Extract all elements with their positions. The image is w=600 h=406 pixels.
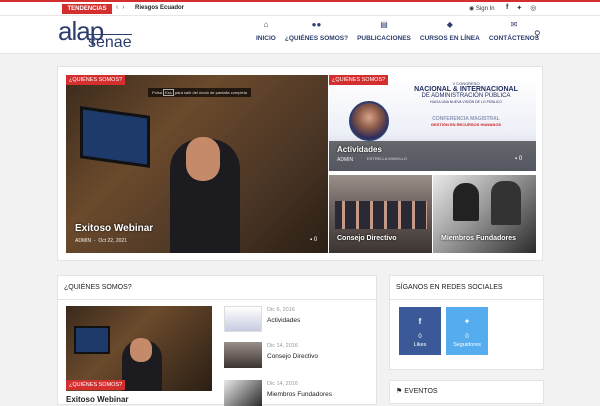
comment-count: ▪ 0	[310, 237, 318, 243]
post-meta: ADMIN - Oct 22, 2021	[75, 238, 127, 244]
logo-text-senae: senae	[88, 34, 132, 51]
post-thumbnail	[224, 342, 262, 368]
nav-label: CURSOS EN LÍNEA	[419, 35, 480, 42]
post-author: ADMIN	[337, 157, 354, 163]
top-social-links: f ✦ ◎	[506, 4, 536, 12]
comment-icon: ▪	[515, 156, 518, 162]
trending-badge: TENDENCIAS	[62, 4, 112, 14]
facebook-label: Likes	[413, 342, 427, 348]
chevron-left-icon[interactable]: ‹	[116, 4, 118, 11]
featured-post-actividades[interactable]: V CONGRESO NACIONAL & INTERNACIONAL DE A…	[329, 75, 536, 171]
flag-icon: ⚑	[396, 388, 403, 395]
nav-label: ¿QUIÉNES SOMOS?	[284, 35, 349, 42]
social-panel: SÍGANOS EN REDES SOCIALES f 0 Likes ✦ 0 …	[389, 275, 544, 370]
featured-post-title[interactable]: Actividades	[337, 145, 382, 154]
newspaper-icon: ▤	[380, 20, 388, 29]
trending-item-link[interactable]: Riesgos Ecuador	[135, 5, 184, 11]
comment-icon: ▪	[310, 237, 313, 243]
featured-grid: Pulsa Esc para salir del modo de pantall…	[57, 66, 543, 261]
cubes-icon: ◆	[446, 20, 453, 29]
list-item[interactable]: Dic 14, 2016 Miembros Fundadores	[224, 380, 374, 406]
fullscreen-hint: Pulsa Esc para salir del modo de pantall…	[148, 88, 251, 97]
events-panel: ⚑ EVENTOS	[389, 380, 544, 404]
category-badge[interactable]: ¿QUIÉNES SOMOS?	[329, 75, 389, 85]
founders-photo-2	[491, 181, 521, 225]
nav-label: CONTÁCTENOS	[488, 35, 540, 42]
speaker-face	[186, 137, 220, 181]
post-date: Dic 14, 2016	[267, 343, 298, 349]
panel-heading: ¿QUIÉNES SOMOS?	[58, 276, 376, 300]
featured-main-post[interactable]: Pulsa Esc para salir del modo de pantall…	[66, 75, 328, 253]
speaker-face	[130, 338, 152, 362]
sign-in-link[interactable]: ◉ Sign In	[469, 5, 495, 12]
users-icon: ●●	[311, 20, 322, 29]
top-bar: TENDENCIAS ‹ › Riesgos Ecuador ◉ Sign In…	[0, 0, 600, 16]
twitter-count: 0	[465, 334, 469, 340]
nav-item-cursos[interactable]: ◆ CURSOS EN LÍNEA	[420, 20, 480, 42]
list-item[interactable]: Dic 6, 2016 Actividades	[224, 306, 374, 332]
monitor-image	[74, 326, 110, 354]
facebook-icon: f	[418, 317, 422, 326]
sign-in-label: Sign In	[475, 6, 495, 12]
speaker-photo	[349, 101, 389, 141]
post-title[interactable]: Consejo Directivo	[267, 353, 318, 360]
list-item[interactable]: Dic 14, 2016 Consejo Directivo	[224, 342, 374, 368]
nav-item-inicio[interactable]: ⌂ INICIO	[256, 20, 276, 42]
nav-item-contactenos[interactable]: ✉ CONTÁCTENOS	[489, 20, 539, 42]
facebook-count: 0	[418, 334, 422, 340]
nav-label: INICIO	[256, 35, 276, 42]
group-photo	[335, 201, 427, 229]
trending-arrows[interactable]: ‹ ›	[116, 4, 125, 11]
featured-post-consejo[interactable]: Consejo Directivo	[329, 175, 432, 253]
banner-text: V CONGRESO NACIONAL & INTERNACIONAL DE A…	[414, 81, 518, 127]
post-date: Oct 22, 2021	[98, 238, 127, 244]
chevron-right-icon[interactable]: ›	[122, 4, 124, 11]
featured-post-fundadores[interactable]: Miembros Fundadores	[433, 175, 536, 253]
featured-post-title[interactable]: Miembros Fundadores	[441, 235, 516, 242]
instagram-icon[interactable]: ◎	[530, 4, 536, 12]
facebook-icon[interactable]: f	[506, 4, 508, 12]
site-header: alap senae ⌂ INICIO ●● ¿QUIÉNES SOMOS? ▤…	[0, 16, 600, 54]
panel-main-post[interactable]: ¿QUIÉNES SOMOS?	[66, 306, 212, 391]
speaker-name: ESTRELLA MINVILLO	[367, 156, 408, 161]
post-title[interactable]: Miembros Fundadores	[267, 391, 332, 398]
main-nav: ⌂ INICIO ●● ¿QUIÉNES SOMOS? ▤ PUBLICACIO…	[256, 20, 548, 42]
nav-item-quienes-somos[interactable]: ●● ¿QUIÉNES SOMOS?	[285, 20, 348, 42]
twitter-icon: ✦	[463, 317, 471, 326]
post-title[interactable]: Actividades	[267, 317, 300, 324]
twitter-icon[interactable]: ✦	[516, 4, 522, 12]
post-thumbnail	[224, 306, 262, 332]
category-badge[interactable]: ¿QUIÉNES SOMOS?	[66, 380, 126, 390]
featured-post-title[interactable]: Consejo Directivo	[337, 235, 397, 242]
monitor-image	[80, 106, 150, 168]
comment-count: ▪ 0	[515, 156, 523, 162]
home-icon: ⌂	[263, 20, 269, 29]
featured-main-title[interactable]: Exitoso Webinar	[75, 223, 153, 234]
envelope-icon: ✉	[510, 20, 518, 29]
search-icon[interactable]: ⚲	[534, 29, 541, 40]
category-badge[interactable]: ¿QUIÉNES SOMOS?	[66, 75, 126, 85]
post-author: ADMIN	[75, 238, 92, 244]
nav-label: PUBLICACIONES	[357, 35, 411, 42]
post-thumbnail	[224, 380, 262, 406]
facebook-follow-box[interactable]: f 0 Likes	[399, 307, 441, 355]
quienes-somos-panel: ¿QUIÉNES SOMOS? ¿QUIÉNES SOMOS? Exitoso …	[57, 275, 377, 406]
twitter-label: Seguidores	[453, 342, 481, 348]
events-heading: ⚑ EVENTOS	[396, 388, 438, 395]
post-date: Dic 6, 2016	[267, 307, 295, 313]
panel-heading: SÍGANOS EN REDES SOCIALES	[390, 276, 543, 300]
twitter-follow-box[interactable]: ✦ 0 Seguidores	[446, 307, 488, 355]
founders-photo	[453, 183, 479, 221]
post-date: Dic 14, 2016	[267, 381, 298, 387]
nav-item-publicaciones[interactable]: ▤ PUBLICACIONES	[357, 20, 411, 42]
site-logo[interactable]: alap senae	[58, 18, 133, 52]
user-icon: ◉	[469, 6, 475, 12]
